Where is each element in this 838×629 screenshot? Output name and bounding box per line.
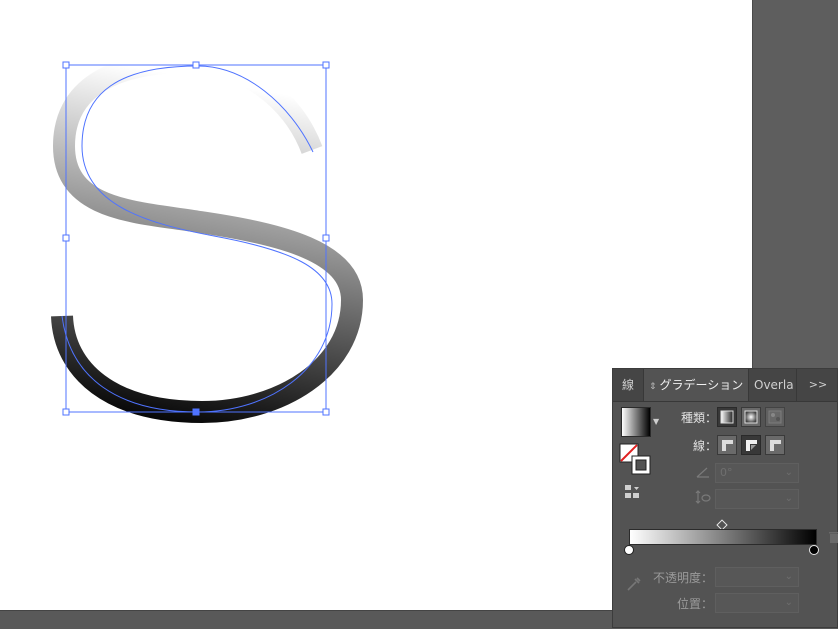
chevron-down-icon: ⌄ <box>784 493 793 504</box>
handle-top-center[interactable] <box>192 61 200 69</box>
gradient-swatch[interactable] <box>621 407 651 437</box>
handle-middle-left[interactable] <box>62 234 70 242</box>
angle-value: 0° <box>720 466 733 479</box>
gradient-type-label: 種類： <box>680 411 717 425</box>
gradient-panel: 線 ⇕ グラデーション Overla >> ▼ 種類： 線： 0° ⌄ ⌄ 不透… <box>612 368 838 628</box>
chevron-down-icon: ⌄ <box>784 597 793 608</box>
chevron-down-icon: ⌄ <box>784 467 793 478</box>
freeform-gradient-icon <box>768 410 782 424</box>
chevron-down-icon: ⌄ <box>784 571 793 582</box>
tab-gradient[interactable]: ⇕ グラデーション <box>644 369 749 401</box>
handle-bottom-center[interactable] <box>192 408 200 416</box>
stroke-across-button[interactable] <box>765 435 785 455</box>
s-shape-stroke[interactable] <box>51 50 364 424</box>
freeform-gradient-button[interactable] <box>765 407 785 427</box>
fill-stroke-icon[interactable] <box>619 443 653 477</box>
handle-middle-right[interactable] <box>322 234 330 242</box>
aspect-ratio-icon <box>695 490 711 504</box>
opacity-field[interactable]: ⌄ <box>715 567 799 587</box>
gradient-stop-start[interactable] <box>624 545 634 555</box>
reverse-gradient-icon[interactable] <box>623 483 641 501</box>
updown-arrows-icon: ⇕ <box>649 382 657 392</box>
panel-more-tabs-button[interactable]: >> <box>806 369 830 401</box>
stroke-along-icon <box>746 440 757 451</box>
stroke-along-button[interactable] <box>741 435 761 455</box>
handle-top-left[interactable] <box>62 61 70 69</box>
stroke-within-button[interactable] <box>717 435 737 455</box>
tab-stroke-label: 線 <box>621 378 634 392</box>
panel-tab-bar: 線 ⇕ グラデーション Overla >> <box>613 369 837 402</box>
stroke-mode-label: 線： <box>692 439 717 453</box>
handle-bottom-right[interactable] <box>322 408 330 416</box>
gradient-slider[interactable] <box>629 529 817 545</box>
handle-bottom-left[interactable] <box>62 408 70 416</box>
gradient-stop-end[interactable] <box>809 545 819 555</box>
stroke-within-icon <box>722 440 733 451</box>
chevron-down-icon[interactable]: ▼ <box>653 417 659 426</box>
opacity-label: 不透明度： <box>652 571 713 585</box>
tab-stroke[interactable]: 線 <box>613 369 644 401</box>
radial-gradient-button[interactable] <box>741 407 761 427</box>
handle-top-right[interactable] <box>322 61 330 69</box>
aspect-ratio-field[interactable]: ⌄ <box>715 489 799 509</box>
radial-gradient-icon <box>744 410 758 424</box>
linear-gradient-icon <box>720 410 734 424</box>
stroke-across-icon <box>770 440 781 451</box>
location-field[interactable]: ⌄ <box>715 593 799 613</box>
angle-icon <box>696 467 709 478</box>
more-tabs-label: >> <box>808 378 828 391</box>
location-label: 位置： <box>676 597 713 611</box>
tab-overlay-label: Overla <box>754 378 794 392</box>
tab-gradient-label: グラデーション <box>659 378 744 392</box>
angle-field[interactable]: 0° ⌄ <box>715 463 799 483</box>
tab-overlay[interactable]: Overla <box>749 369 797 401</box>
linear-gradient-button[interactable] <box>717 407 737 427</box>
trash-icon[interactable] <box>829 531 838 543</box>
